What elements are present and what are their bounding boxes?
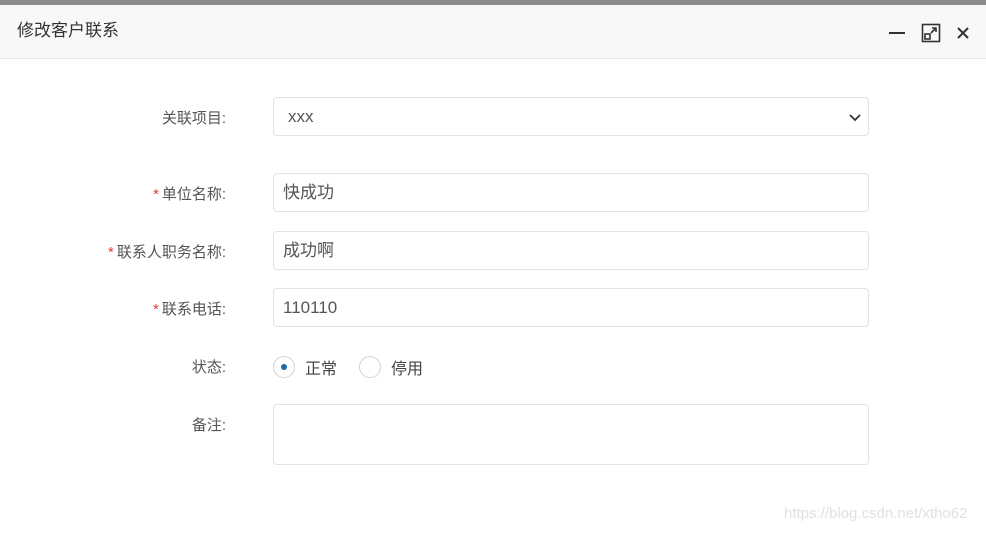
remark-row: 备注: <box>0 404 986 465</box>
unit-name-input[interactable]: 快成功 <box>273 173 869 212</box>
close-button[interactable] <box>953 23 973 43</box>
status-option-normal-label[interactable]: 正常 <box>305 355 337 379</box>
unit-name-label: * 单位名称: <box>153 183 226 204</box>
phone-label-text: 联系电话: <box>161 301 226 318</box>
unit-name-label-text: 单位名称: <box>161 186 226 203</box>
maximize-icon <box>921 23 941 43</box>
status-option-disabled-label[interactable]: 停用 <box>391 355 423 379</box>
minimize-icon <box>889 32 905 34</box>
watermark: https://blog.csdn.net/xtho62 <box>784 505 968 522</box>
remark-textarea[interactable] <box>273 404 869 465</box>
chevron-down-icon <box>849 114 861 122</box>
contact-title-input[interactable]: 成功啊 <box>273 231 869 270</box>
maximize-button[interactable] <box>921 23 941 43</box>
required-mark: * <box>152 301 159 318</box>
unit-name-row: * 单位名称: 快成功 <box>0 173 986 212</box>
status-row: 状态: 正常 停用 <box>0 355 986 379</box>
status-radio-normal[interactable] <box>273 356 295 378</box>
contact-title-label-text: 联系人职务名称: <box>116 244 226 261</box>
project-select-value: xxx <box>288 107 314 126</box>
project-label: 关联项目: <box>161 110 226 127</box>
phone-row: * 联系电话: 110110 <box>0 288 986 327</box>
project-select[interactable]: xxx <box>273 97 869 136</box>
phone-input[interactable]: 110110 <box>273 288 869 327</box>
close-icon <box>957 27 969 39</box>
project-row: 关联项目: xxx <box>0 97 986 136</box>
phone-label: * 联系电话: <box>153 298 226 319</box>
dialog-title-bar: 修改客户联系 <box>0 5 986 59</box>
required-mark: * <box>107 244 114 261</box>
remark-label: 备注: <box>191 417 226 434</box>
status-radio-disabled[interactable] <box>359 356 382 378</box>
dialog-title: 修改客户联系 <box>17 21 119 40</box>
contact-title-label: * 联系人职务名称: <box>108 241 226 262</box>
status-radio-group: 正常 停用 <box>273 355 445 379</box>
contact-title-row: * 联系人职务名称: 成功啊 <box>0 231 986 270</box>
required-mark: * <box>152 186 159 203</box>
status-label: 状态: <box>191 359 226 376</box>
minimize-button[interactable] <box>887 23 907 43</box>
